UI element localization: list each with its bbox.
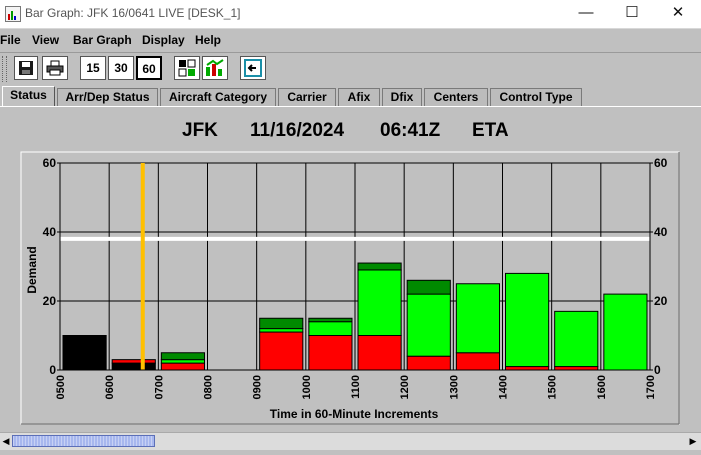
- bar-segment: [357, 269, 402, 336]
- bar-segment: [111, 359, 156, 364]
- window-title: Bar Graph: JFK 16/0641 LIVE [DESK_1]: [25, 6, 241, 20]
- bar-segment: [406, 355, 451, 371]
- export-button[interactable]: [240, 56, 266, 80]
- x-tick-label: 1000: [301, 375, 313, 399]
- scroll-thumb[interactable]: [12, 435, 155, 447]
- y-tick-label-right: 20: [654, 294, 668, 308]
- bar-segment: [308, 317, 353, 323]
- y-tick-label-right: 60: [654, 156, 668, 170]
- print-button[interactable]: [42, 56, 68, 80]
- x-tick-label: 0900: [252, 375, 264, 399]
- tab-centers[interactable]: Centers: [424, 88, 488, 106]
- bar-graph-app-icon: [5, 6, 21, 22]
- menu-file[interactable]: File: [0, 33, 21, 47]
- x-tick-label: 1100: [350, 375, 362, 399]
- tab-arr-dep-status[interactable]: Arr/Dep Status: [57, 88, 158, 106]
- y-tick-label-right: 40: [654, 225, 668, 239]
- tab-carrier[interactable]: Carrier: [278, 88, 336, 106]
- header-mode: ETA: [472, 120, 509, 141]
- x-tick-label: 0800: [203, 375, 215, 399]
- print-icon: [46, 60, 64, 76]
- interval-30-button[interactable]: 30: [108, 56, 134, 80]
- save-button[interactable]: [14, 56, 38, 80]
- menu-display[interactable]: Display: [142, 33, 185, 47]
- demand-bar-chart: 0 0 20 20 40 40 60 60 0500 0600 0700 0800 0900 1000 11…: [20, 151, 680, 425]
- y-axis-label: Demand: [25, 246, 39, 293]
- x-tick-label: 0500: [55, 375, 67, 399]
- x-tick-label: 1400: [498, 375, 510, 399]
- tab-dfix[interactable]: Dfix: [382, 88, 422, 106]
- chart-update-icon: [206, 59, 224, 76]
- save-icon: [19, 61, 33, 75]
- x-tick-label: 0700: [153, 375, 165, 399]
- scroll-right-arrow[interactable]: ▶: [688, 435, 698, 447]
- minimize-button[interactable]: —: [563, 0, 609, 28]
- grid-settings-icon: [178, 59, 196, 77]
- tab-divider: [0, 106, 701, 107]
- title-bar: Bar Graph: JFK 16/0641 LIVE [DESK_1] — ☐…: [0, 0, 701, 28]
- menu-bar-graph[interactable]: Bar Graph: [73, 33, 132, 47]
- export-icon: [244, 59, 262, 77]
- grid-settings-button[interactable]: [174, 56, 200, 80]
- bar-segment: [455, 283, 501, 354]
- y-tick-label-left: 60: [43, 156, 57, 170]
- header-airport: JFK: [182, 120, 218, 141]
- bar-segment: [357, 335, 402, 371]
- x-tick-label: 0600: [104, 375, 116, 399]
- bar-segment: [455, 352, 501, 371]
- scroll-left-arrow[interactable]: ◀: [1, 435, 11, 447]
- tab-status[interactable]: Status: [2, 86, 55, 107]
- x-tick-label: 1300: [448, 375, 460, 399]
- menu-help[interactable]: Help: [195, 33, 221, 47]
- chart-update-button[interactable]: [202, 56, 228, 80]
- tab-aircraft-category[interactable]: Aircraft Category: [160, 88, 276, 106]
- bar-segment: [554, 366, 599, 371]
- bar-segment: [259, 317, 304, 330]
- y-tick-label-left: 0: [49, 363, 56, 377]
- x-axis-label: Time in 60-Minute Increments: [270, 407, 439, 421]
- x-tick-label: 1700: [645, 375, 657, 399]
- toolbar-grip[interactable]: [2, 56, 7, 82]
- header-time: 06:41Z: [380, 120, 441, 141]
- bar-segment: [603, 293, 648, 371]
- bar-segment: [160, 362, 205, 371]
- x-tick-label: 1600: [596, 375, 608, 399]
- bar-segment: [505, 272, 550, 368]
- bar-segment: [308, 321, 353, 336]
- bar-segment: [554, 310, 599, 368]
- header-date: 11/16/2024: [250, 120, 345, 141]
- bar-segment: [160, 359, 205, 364]
- maximize-button[interactable]: ☐: [609, 0, 655, 28]
- bar-segment: [259, 328, 304, 333]
- interval-60-button[interactable]: 60: [136, 56, 162, 80]
- bar-segment: [62, 335, 107, 371]
- bar-segment: [357, 262, 402, 271]
- toolbar: 15 30 60: [0, 52, 701, 86]
- x-tick-label: 1500: [547, 375, 559, 399]
- bar-segment: [259, 331, 304, 371]
- bar-segment: [308, 335, 353, 371]
- bar-segment: [505, 366, 550, 371]
- bar-segment: [160, 352, 205, 361]
- tab-strip: Status Arr/Dep Status Aircraft Category …: [0, 86, 701, 107]
- bar-segment: [406, 293, 451, 357]
- y-tick-label-right: 0: [654, 363, 661, 377]
- tab-control-type[interactable]: Control Type: [490, 88, 582, 106]
- tab-afix[interactable]: Afix: [338, 88, 380, 106]
- y-tick-label-left: 40: [43, 225, 57, 239]
- menu-bar: File View Bar Graph Display Help: [0, 28, 701, 51]
- bar-segment: [111, 362, 156, 371]
- x-tick-label: 1200: [399, 375, 411, 399]
- interval-15-button[interactable]: 15: [80, 56, 106, 80]
- y-tick-label-left: 20: [43, 294, 57, 308]
- menu-view[interactable]: View: [32, 33, 59, 47]
- bar-segment: [406, 279, 451, 295]
- close-button[interactable]: ✕: [655, 0, 701, 28]
- horizontal-scrollbar[interactable]: ◀ ▶: [0, 432, 701, 450]
